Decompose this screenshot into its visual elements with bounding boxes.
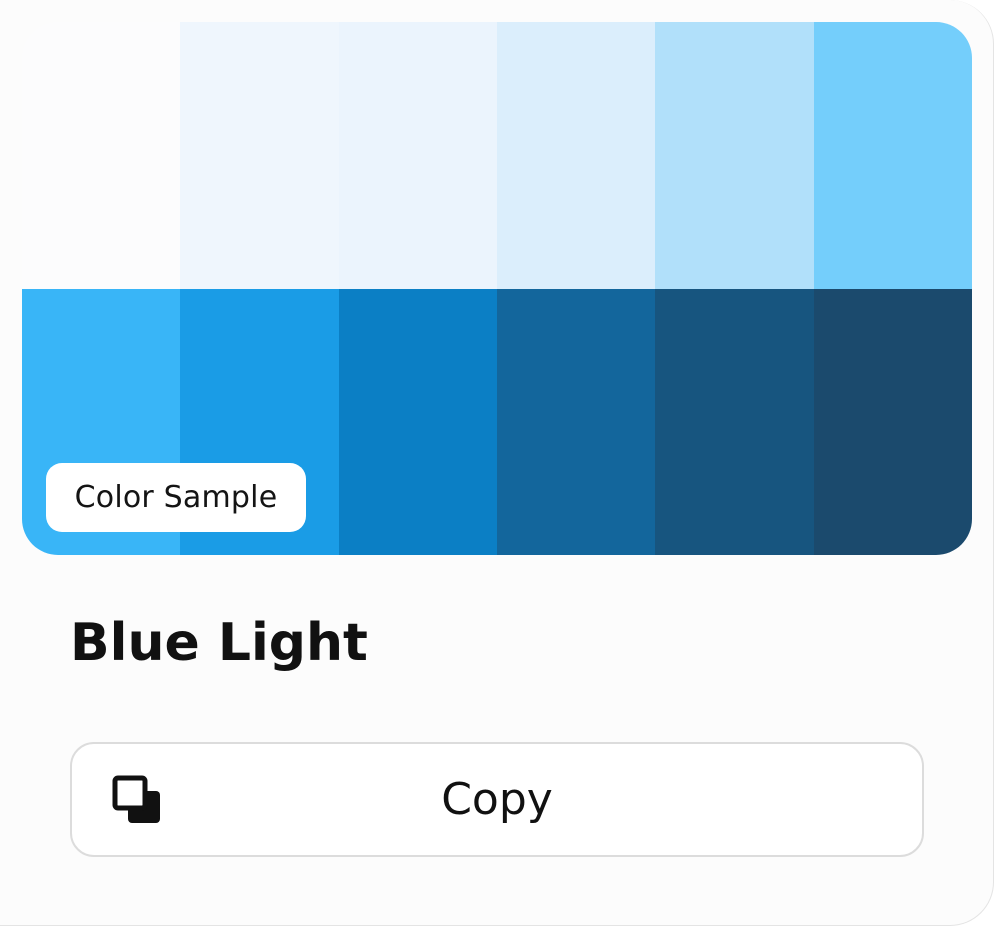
color-swatch-11 [655,288,814,555]
color-swatch-6 [813,22,972,289]
color-sample-label: Color Sample [74,480,278,515]
color-swatch-9 [338,288,497,555]
color-swatch-5 [655,22,814,289]
color-swatch-2 [180,22,339,289]
color-swatch-3 [338,22,497,289]
color-swatch-10 [496,288,656,555]
color-sample-badge: Color Sample [46,463,306,532]
copy-label: Copy [441,774,553,825]
color-swatch-4 [496,22,656,289]
copy-icon [112,775,164,827]
palette-card: Color Sample Blue Light Copy [0,0,994,926]
palette-title: Blue Light [70,613,368,673]
color-swatch-12 [813,288,972,555]
copy-button[interactable]: Copy [70,742,924,857]
color-swatch-1 [22,22,181,289]
